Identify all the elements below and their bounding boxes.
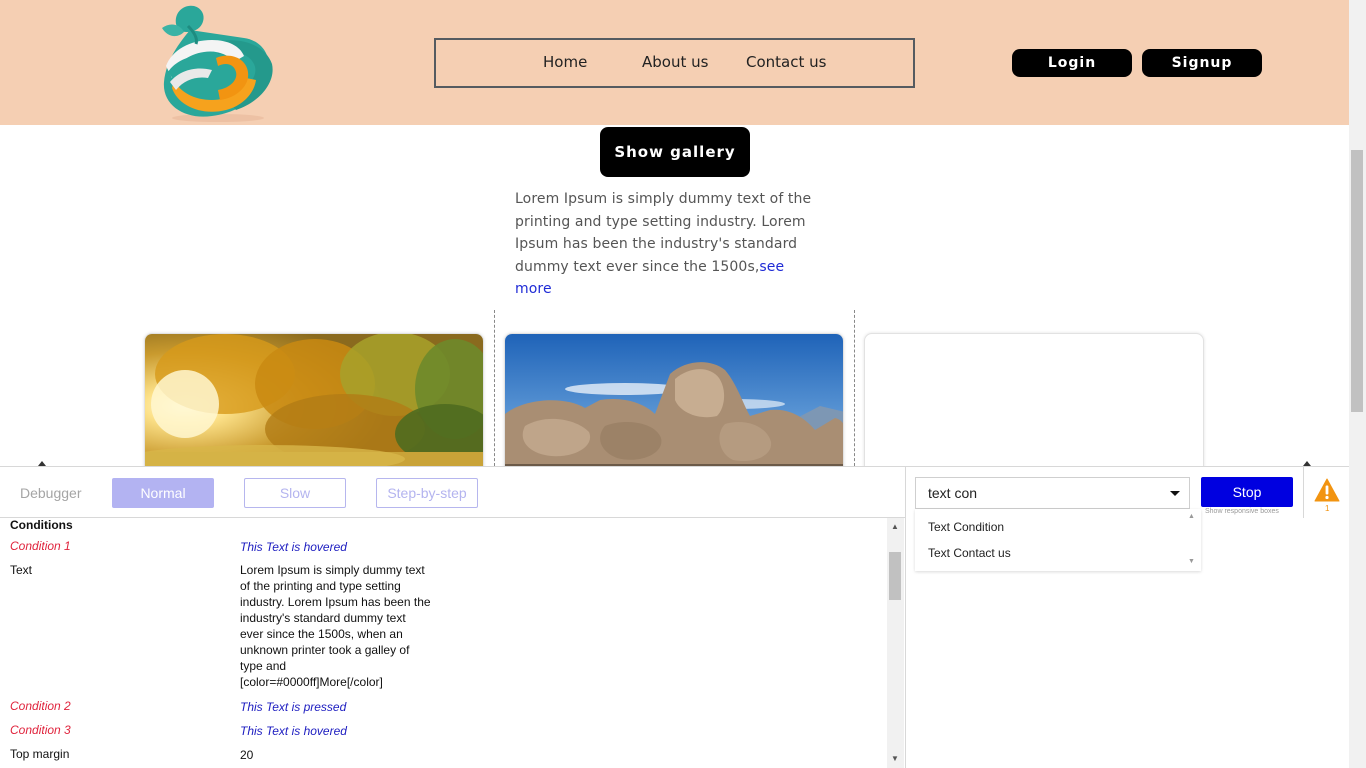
page-scrollbar-thumb[interactable] <box>1351 150 1363 412</box>
property-value: Lorem Ipsum is simply dummy text of the … <box>240 563 431 689</box>
debugger-toolbar: Debugger Normal Slow Step-by-step <box>0 466 905 518</box>
scroll-up-icon[interactable]: ▲ <box>1188 513 1195 520</box>
condition-value: This Text is hovered <box>240 540 347 554</box>
logo-icon[interactable] <box>156 2 280 124</box>
conditions-scrollbar[interactable]: ▲ ▼ <box>887 518 904 768</box>
stop-button[interactable]: Stop <box>1201 477 1293 507</box>
show-gallery-button[interactable]: Show gallery <box>600 127 750 177</box>
property-label: Text <box>10 563 33 577</box>
element-search[interactable] <box>915 477 1190 509</box>
scroll-down-icon[interactable]: ▼ <box>891 754 899 763</box>
gallery-card-empty[interactable] <box>864 333 1204 483</box>
mode-step-button[interactable]: Step-by-step <box>376 478 478 508</box>
intro-paragraph: Lorem Ipsum is simply dummy text of the … <box>515 188 815 301</box>
nav-about-link[interactable]: About us <box>642 53 708 71</box>
signup-button[interactable]: Signup <box>1142 49 1262 77</box>
nav-home-link[interactable]: Home <box>543 53 587 71</box>
autumn-forest-image <box>145 334 483 482</box>
suggestion-item[interactable]: Text Contact us <box>928 546 1011 560</box>
app-root: Home About us Contact us Login Signup Sh… <box>0 0 1366 768</box>
conditions-header: Conditions <box>10 518 73 532</box>
conditions-panel: Conditions Condition 1 This Text is hove… <box>0 518 905 768</box>
column-divider <box>494 310 495 466</box>
rock-formation-image <box>505 334 843 482</box>
warnings-indicator[interactable]: 1 <box>1303 466 1349 518</box>
page-scrollbar[interactable] <box>1349 0 1366 768</box>
condition-label: Condition 1 <box>10 539 71 553</box>
warning-icon <box>1314 478 1340 502</box>
warning-count: 1 <box>1325 504 1330 513</box>
condition-value: This Text is hovered <box>240 724 347 738</box>
suggestion-item[interactable]: Text Condition <box>928 520 1004 534</box>
mode-normal-button[interactable]: Normal <box>112 478 214 508</box>
login-button[interactable]: Login <box>1012 49 1132 77</box>
site-header: Home About us Contact us Login Signup <box>0 0 1349 125</box>
property-value: 20 <box>240 748 254 762</box>
show-responsive-boxes-caption[interactable]: Show responsive boxes <box>1205 508 1279 515</box>
conditions-scrollbar-thumb[interactable] <box>889 552 901 600</box>
condition-label: Condition 3 <box>10 723 71 737</box>
condition-label: Condition 2 <box>10 699 71 713</box>
condition-value: This Text is pressed <box>240 700 347 714</box>
element-search-input[interactable] <box>916 478 1161 508</box>
scroll-up-icon[interactable]: ▲ <box>891 522 899 531</box>
debugger-title: Debugger <box>20 485 82 501</box>
scroll-down-icon[interactable]: ▼ <box>1188 558 1195 565</box>
property-label: Top margin <box>10 747 70 761</box>
chevron-down-icon[interactable] <box>1170 491 1180 496</box>
column-divider <box>854 310 855 466</box>
main-nav: Home About us Contact us <box>434 38 915 88</box>
nav-contact-link[interactable]: Contact us <box>746 53 826 71</box>
gallery-card-rocks[interactable] <box>504 333 844 483</box>
suggestion-dropdown: Text Condition Text Contact us ▲ ▼ <box>915 509 1201 571</box>
mode-slow-button[interactable]: Slow <box>244 478 346 508</box>
gallery-card-autumn-forest[interactable] <box>144 333 484 483</box>
